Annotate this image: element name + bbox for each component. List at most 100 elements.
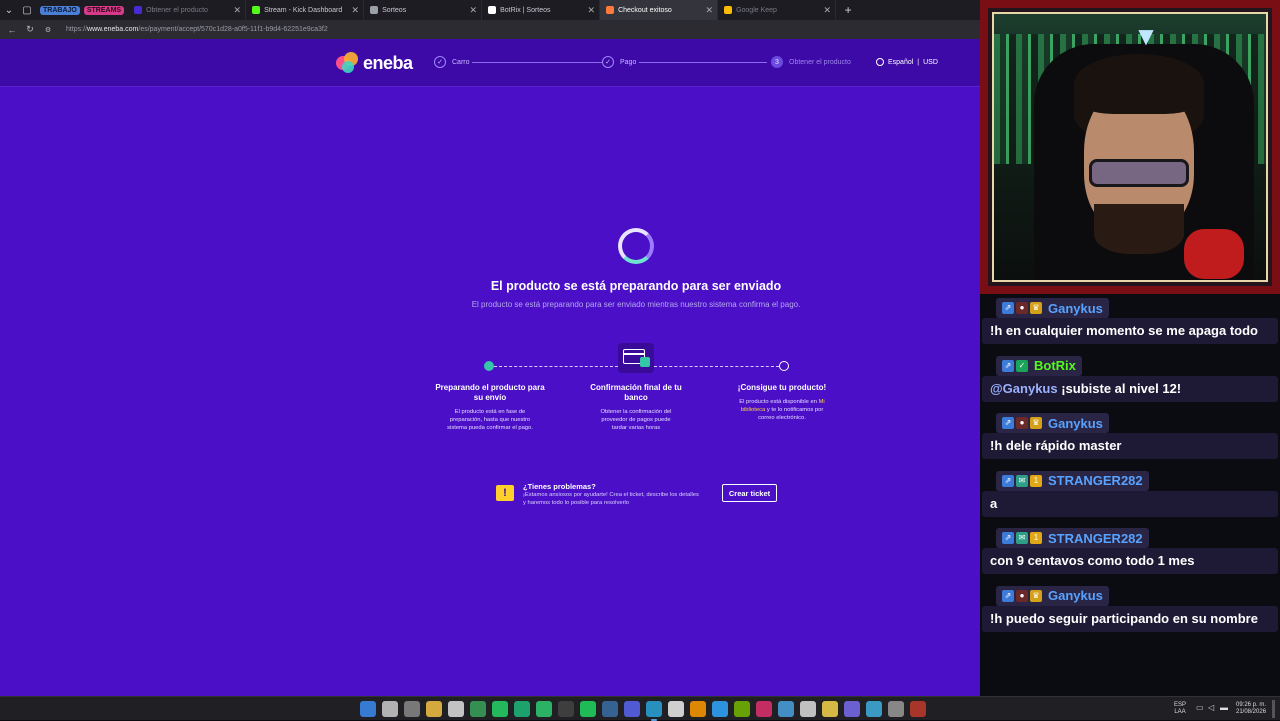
reload-icon[interactable]: ↻	[24, 24, 36, 35]
tab-close-icon[interactable]: ✕	[352, 5, 360, 16]
chat-username-tag[interactable]: ⇗ ✓ BotRix	[996, 355, 1082, 376]
file-explorer-icon[interactable]	[426, 701, 442, 717]
instagram-icon[interactable]	[756, 701, 772, 717]
tab-search-icon[interactable]: ▢	[18, 0, 36, 20]
capcut-icon[interactable]	[668, 701, 684, 717]
chat-message-text: con 9 centavos como todo 1 mes	[982, 548, 1278, 574]
photoshop-icon[interactable]	[712, 701, 728, 717]
steam-icon[interactable]	[602, 701, 618, 717]
input-language-indicator[interactable]: ESP LAA	[1174, 702, 1186, 716]
sub-badge-icon: ●	[1016, 589, 1028, 602]
tab-group-trabajo[interactable]: TRABAJO	[40, 5, 80, 15]
task-view-icon[interactable]	[404, 701, 420, 717]
chat-username-tag[interactable]: ⇗ ● ♛ Ganykus	[996, 413, 1109, 433]
spotify-icon[interactable]	[580, 701, 596, 717]
tab-title: Sorteos	[382, 6, 407, 14]
browser-tab[interactable]: Google Keep ✕	[718, 0, 837, 20]
app-icon[interactable]	[910, 701, 926, 717]
app-icon[interactable]	[866, 701, 882, 717]
edge-icon[interactable]	[646, 701, 662, 721]
back-arrow-icon[interactable]: ←	[6, 25, 18, 35]
obs-icon[interactable]	[558, 701, 574, 717]
battery-icon[interactable]: ▬	[1220, 704, 1228, 712]
search-icon[interactable]	[382, 701, 398, 717]
new-tab-button[interactable]: +	[836, 0, 860, 20]
chat-username-tag[interactable]: ⇗ ✉ 1 STRANGER282	[996, 470, 1149, 491]
chat-username-tag[interactable]: ⇗ ✉ 1 STRANGER282	[996, 528, 1149, 548]
url-field[interactable]: https://www.eneba.com/es/payment/accept/…	[66, 26, 328, 33]
step-payment-label: Pago	[620, 58, 637, 66]
chat-username[interactable]: STRANGER282	[1048, 531, 1143, 546]
browser-tab[interactable]: Checkout exitoso ✕	[600, 0, 719, 20]
network-icon[interactable]: ▭	[1196, 704, 1204, 712]
tab-close-icon[interactable]: ✕	[706, 5, 714, 16]
vpn-icon[interactable]	[844, 701, 860, 717]
sub-badge-icon: ●	[1016, 302, 1028, 314]
tab-title: Obtener el producto	[146, 6, 208, 14]
browser-tab[interactable]: Sorteos ✕	[364, 0, 483, 20]
epic-games-icon[interactable]	[800, 701, 816, 717]
nvidia-icon[interactable]	[734, 701, 750, 717]
chat-message: ⇗ ● ♛ Ganykus !h puedo seguir participando e…	[980, 584, 1280, 642]
site-info-icon[interactable]: ⚙	[42, 26, 54, 34]
chat-username[interactable]: Ganykus	[1048, 301, 1103, 316]
chat-message: ⇗ ● ♛ Ganykus !h dele rápido master	[980, 411, 1280, 469]
browser-tab[interactable]: Stream - Kick Dashboard ✕	[246, 0, 365, 20]
glasses	[1089, 159, 1189, 187]
chat-mention[interactable]: @Ganykus	[990, 381, 1058, 396]
chat-message: ⇗ ✉ 1 STRANGER282 a	[980, 469, 1280, 527]
progress-dot-pending-icon	[779, 361, 789, 371]
illustrator-icon[interactable]	[690, 701, 706, 717]
kick-badge-icon: ⇗	[1002, 532, 1014, 544]
progress-step-bank-text: Obtener la confirmación del proveedor de…	[600, 409, 672, 431]
show-desktop-button[interactable]	[1272, 700, 1275, 718]
step-payment-check-icon: ✓	[602, 56, 614, 68]
chat-message-body: !h dele rápido master	[990, 438, 1122, 453]
create-ticket-button[interactable]: Crear ticket	[722, 484, 777, 502]
chat-message: ⇗ ✓ BotRix @Ganykus ¡subiste al nivel 12!	[980, 354, 1280, 412]
step-cart: ✓ Carro	[434, 56, 470, 68]
language-currency-selector[interactable]: Español | USD	[876, 58, 938, 66]
tab-close-icon[interactable]: ✕	[824, 5, 832, 16]
eneba-logo[interactable]: eneba	[336, 52, 413, 74]
chat-username-tag[interactable]: ⇗ ● ♛ Ganykus	[996, 585, 1109, 606]
sticky-notes-icon[interactable]	[822, 701, 838, 717]
chat-message-body: ¡subiste al nivel 12!	[1057, 380, 1182, 396]
chat-username-tag[interactable]: ⇗ ● ♛ Ganykus	[996, 298, 1109, 318]
whatsapp-icon[interactable]	[492, 701, 508, 717]
tab-close-icon[interactable]: ✕	[470, 5, 478, 16]
chrome-icon[interactable]	[448, 701, 464, 717]
app-icon[interactable]	[778, 701, 794, 717]
tab-menu-chevron-icon[interactable]: ⌄	[0, 0, 18, 20]
volume-icon[interactable]: ◁	[1208, 704, 1214, 712]
calculator-icon[interactable]	[888, 701, 904, 717]
chat-username[interactable]: STRANGER282	[1048, 473, 1143, 488]
browser-tab[interactable]: BotRix | Sorteos ✕	[482, 0, 601, 20]
chat-message-text: a	[982, 490, 1278, 517]
clock[interactable]: 09:26 p. m. 21/08/2026	[1236, 702, 1266, 716]
chat-username[interactable]: Ganykus	[1048, 588, 1103, 603]
progress-line	[494, 366, 618, 367]
chat-message-text: !h en cualquier momento se me apaga todo	[982, 318, 1278, 344]
xbox-icon[interactable]	[470, 701, 486, 717]
app-icon[interactable]	[536, 701, 552, 717]
tab-close-icon[interactable]: ✕	[588, 5, 596, 16]
tab-title: Stream - Kick Dashboard	[264, 6, 343, 14]
crown-badge-icon: ♛	[1030, 417, 1042, 429]
tab-favicon-icon	[252, 6, 261, 14]
tab-favicon-icon	[370, 6, 379, 14]
browser-tab[interactable]: Obtener el producto ✕	[128, 0, 247, 20]
help-text: ¡Estamos ansiosos por ayudarte! Crea el …	[523, 492, 699, 506]
chat-message-body: con 9 centavos como todo 1 mes	[990, 553, 1195, 568]
tab-title: Checkout exitoso	[618, 6, 672, 14]
tab-group-streams[interactable]: STREAMS	[83, 5, 125, 15]
app-icon[interactable]	[514, 701, 530, 717]
chat-username[interactable]: BotRix	[1034, 358, 1076, 373]
browser-tab-strip: ⌄ ▢ TRABAJO STREAMS Obtener el producto ✕…	[0, 0, 980, 20]
webcam-frame: ▼	[980, 0, 1280, 294]
chat-username[interactable]: Ganykus	[1048, 416, 1103, 431]
tab-close-icon[interactable]: ✕	[234, 5, 242, 16]
start-menu-icon[interactable]	[360, 701, 376, 717]
tab-favicon-icon	[606, 6, 615, 14]
discord-icon[interactable]	[624, 701, 640, 717]
